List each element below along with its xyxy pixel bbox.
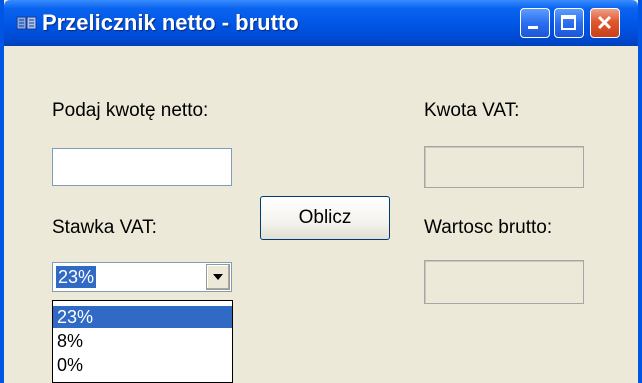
- netto-label: Podaj kwotę netto:: [52, 100, 209, 121]
- vat-amount-field: [424, 146, 584, 188]
- close-button[interactable]: [590, 8, 620, 38]
- title-bar[interactable]: Przelicznik netto - brutto: [4, 0, 638, 46]
- dropdown-button[interactable]: [206, 264, 230, 290]
- close-icon: [597, 15, 612, 30]
- app-window: Przelicznik netto - brutto Podaj kwotę n…: [0, 0, 642, 383]
- vat-rate-label: Stawka VAT:: [52, 217, 157, 238]
- vat-rate-select[interactable]: 23%: [52, 262, 232, 292]
- vat-amount-label: Kwota VAT:: [424, 100, 520, 121]
- app-icon: [16, 16, 37, 30]
- brutto-label: Wartosc brutto:: [424, 217, 553, 238]
- minimize-icon: [528, 26, 538, 29]
- chevron-down-icon: [213, 274, 223, 280]
- vat-option-0[interactable]: 0%: [53, 354, 232, 376]
- window-title: Przelicznik netto - brutto: [42, 10, 299, 35]
- minimize-button[interactable]: [520, 8, 550, 38]
- maximize-button[interactable]: [554, 8, 584, 38]
- vat-option-23[interactable]: 23%: [53, 306, 232, 328]
- vat-rate-dropdown-list: 23% 8% 0%: [52, 300, 233, 383]
- brutto-field: [424, 260, 584, 304]
- netto-input[interactable]: [52, 148, 232, 186]
- vat-rate-selected: 23%: [56, 266, 97, 288]
- vat-option-8[interactable]: 8%: [53, 330, 232, 352]
- maximize-icon: [561, 15, 576, 30]
- calculate-button[interactable]: Oblicz: [260, 196, 390, 240]
